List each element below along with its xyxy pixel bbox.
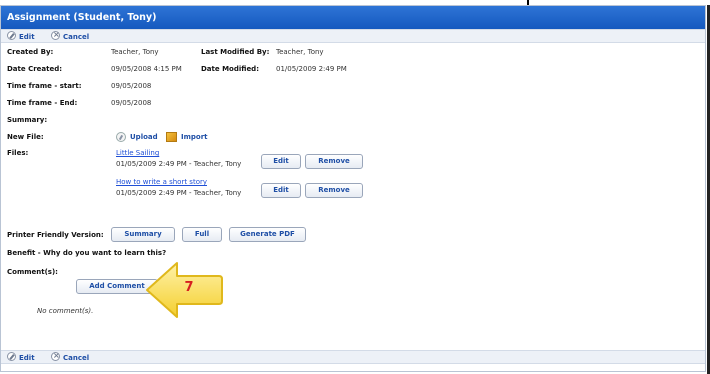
edit-label: Edit [19, 354, 35, 362]
edit-button[interactable]: Edit [7, 352, 35, 363]
no-comments-text: No comment(s). [37, 307, 94, 315]
cancel-icon [51, 350, 60, 361]
bottom-toolbar: Edit Cancel [1, 350, 705, 364]
pencil-icon [7, 352, 16, 361]
last-modified-by-label: Last Modified By: [201, 48, 270, 56]
date-modified-label: Date Modified: [201, 65, 259, 73]
file-meta: 01/05/2009 2:49 PM - Teacher, Tony [116, 160, 242, 168]
cancel-icon [51, 29, 60, 40]
timeframe-start-label: Time frame - start: [7, 82, 82, 90]
file-remove-button[interactable]: Remove [305, 154, 363, 169]
edit-label: Edit [19, 33, 35, 41]
timeframe-end-value: 09/05/2008 [111, 99, 152, 107]
benefit-label: Benefit - Why do you want to learn this? [7, 249, 167, 257]
timeframe-start-value: 09/05/2008 [111, 82, 152, 90]
import-icon[interactable] [166, 132, 177, 142]
files-label: Files: [7, 149, 29, 157]
printer-friendly-label: Printer Friendly Version: [7, 231, 104, 239]
new-file-label: New File: [7, 133, 44, 141]
created-by-value: Teacher, Tony [111, 48, 159, 56]
callout-step-number: 7 [184, 280, 194, 295]
window-title: Assignment (Student, Tony) [1, 6, 705, 29]
top-toolbar: Edit Cancel [1, 29, 705, 43]
print-full-button[interactable]: Full [182, 227, 222, 242]
upload-link[interactable]: Upload [130, 133, 158, 141]
created-by-label: Created By: [7, 48, 54, 56]
date-created-value: 09/05/2008 4:15 PM [111, 65, 182, 73]
cancel-label: Cancel [63, 33, 90, 41]
file-link[interactable]: Little Sailing [116, 149, 159, 157]
date-created-label: Date Created: [7, 65, 63, 73]
generate-pdf-button[interactable]: Generate PDF [229, 227, 306, 242]
file-remove-button[interactable]: Remove [305, 183, 363, 198]
file-edit-button[interactable]: Edit [261, 154, 301, 169]
cancel-label: Cancel [63, 354, 90, 362]
pencil-icon [7, 31, 16, 40]
file-meta: 01/05/2009 2:49 PM - Teacher, Tony [116, 189, 242, 197]
upload-icon[interactable] [116, 132, 126, 142]
cancel-button[interactable]: Cancel [51, 350, 90, 363]
date-modified-value: 01/05/2009 2:49 PM [276, 65, 347, 73]
import-link[interactable]: Import [181, 133, 208, 141]
comments-label: Comment(s): [7, 268, 58, 276]
summary-label: Summary: [7, 116, 48, 124]
print-summary-button[interactable]: Summary [111, 227, 175, 242]
file-link[interactable]: How to write a short story [116, 178, 207, 186]
timeframe-end-label: Time frame - End: [7, 99, 78, 107]
last-modified-by-value: Teacher, Tony [276, 48, 324, 56]
edit-button[interactable]: Edit [7, 31, 35, 42]
file-edit-button[interactable]: Edit [261, 183, 301, 198]
cancel-button[interactable]: Cancel [51, 29, 90, 42]
assignment-window: Assignment (Student, Tony) Edit Cancel C… [0, 5, 706, 372]
